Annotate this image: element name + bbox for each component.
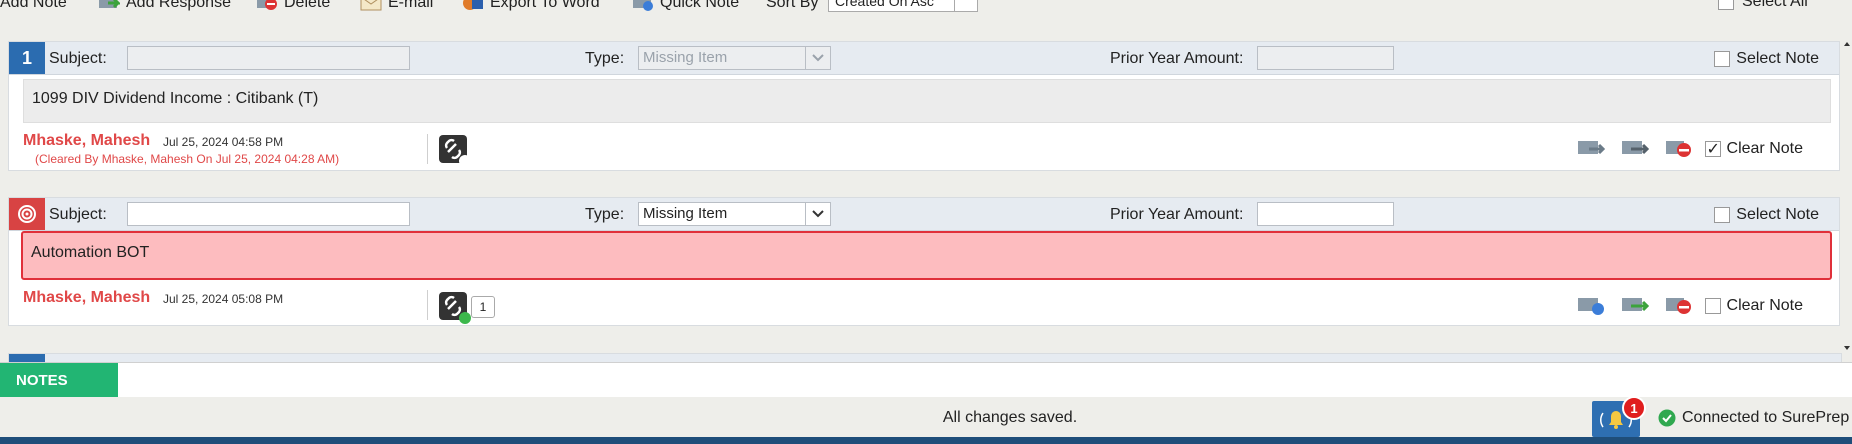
export-word-icon [463,0,483,10]
type-value: Missing Item [643,205,728,222]
clear-note-label: Clear Note [1726,140,1803,157]
toolbar: Add Note Add Response Delete E-mail Expo… [0,0,1852,16]
type-select[interactable]: Missing Item [638,46,831,70]
status-bar: All changes saved. 1 Connected to SurePr… [0,396,1852,437]
select-note[interactable]: Select Note [1714,50,1819,68]
type-label: Type: [585,206,625,223]
note-body[interactable]: Automation BOT [21,231,1832,280]
note-date: Jul 25, 2024 04:58 PM [163,135,284,149]
forward-icon[interactable] [1621,294,1650,318]
type-value: Missing Item [643,49,728,66]
delete-icon [257,0,277,10]
type-select[interactable]: Missing Item [638,202,831,226]
note-author[interactable]: Mhaske, Mahesh [23,132,150,150]
prior-year-amount-input[interactable] [1257,46,1394,70]
delete-note-icon[interactable] [1665,137,1693,161]
quick-note-label: Quick Note [660,0,740,11]
clear-note[interactable]: Clear Note [1704,139,1803,159]
notes-tab[interactable]: NOTES [0,363,118,397]
prior-year-amount-label: Prior Year Amount: [1110,50,1244,67]
email-icon [360,0,382,11]
status-message: All changes saved. [942,409,1078,426]
connection-status: Connected to SurePrep [1658,409,1849,427]
add-response-label: Add Response [126,0,231,11]
scrollbar[interactable] [1842,40,1852,360]
note-card: Subject: Type: Missing Item Prior Year A… [8,197,1840,326]
select-note-label: Select Note [1736,50,1819,67]
delete-label: Delete [284,0,331,11]
delete-note-icon[interactable] [1665,294,1693,318]
connection-label: Connected to SurePrep [1682,409,1850,426]
plus-icon [459,155,471,167]
clear-note[interactable]: Clear Note [1704,297,1803,315]
prior-year-amount-label: Prior Year Amount: [1110,206,1244,223]
clear-note-checkbox[interactable] [1704,298,1721,314]
sort-by-select[interactable]: Created On Asc [828,0,978,12]
email-button[interactable]: E-mail [360,0,433,13]
notes-panel-bar: NOTES [0,362,1852,398]
select-note[interactable]: Select Note [1714,206,1819,224]
attach-link-icon[interactable] [439,135,471,167]
divider [427,134,428,164]
note-body[interactable]: 1099 DIV Dividend Income : Citibank (T) [23,79,1831,123]
quick-note-icon [633,0,653,11]
select-all[interactable]: Select All [1718,0,1808,11]
subject-label: Subject: [49,50,107,67]
respond-icon[interactable] [1577,294,1605,318]
forward-icon[interactable] [1621,137,1650,161]
select-note-checkbox[interactable] [1714,51,1731,67]
select-all-checkbox[interactable] [1718,0,1734,10]
cleared-info: (Cleared By Mhaske, Mahesh On Jul 25, 20… [35,152,340,166]
sort-by-value: Created On Asc [835,0,934,9]
chevron-down-icon [954,0,977,11]
notification-count-badge: 1 [1622,396,1646,420]
email-label: E-mail [388,0,434,11]
sort-by-text: Sort By [766,0,819,11]
prior-year-amount-input[interactable] [1257,202,1394,226]
chevron-down-icon [805,47,830,69]
target-icon [9,198,45,230]
plus-icon [459,312,471,324]
note-actions [1577,137,1693,161]
add-response-icon [99,0,120,9]
select-note-label: Select Note [1736,206,1819,223]
note-card: 1 Subject: Type: Missing Item Prior Year… [8,41,1840,171]
respond-icon[interactable] [1577,137,1606,161]
note-date: Jul 25, 2024 05:08 PM [163,292,284,306]
type-label: Type: [585,50,625,67]
add-note-button[interactable]: Add Note [0,0,67,13]
chevron-down-icon [805,203,830,225]
sort-by-label: Sort By [766,0,818,13]
divider [427,290,428,320]
add-response-button[interactable]: Add Response [98,0,231,13]
export-word-label: Export To Word [490,0,600,11]
note-header: 1 Subject: Type: Missing Item Prior Year… [9,42,1839,75]
note-header: Subject: Type: Missing Item Prior Year A… [9,198,1839,231]
clear-note-label: Clear Note [1726,297,1803,314]
attach-link-icon[interactable] [439,292,471,324]
add-note-label: Add Note [0,0,67,11]
subject-label: Subject: [49,206,107,223]
bottom-border [0,437,1852,444]
note-actions [1577,294,1693,318]
select-note-checkbox[interactable] [1714,207,1731,223]
export-word-button[interactable]: Export To Word [462,0,600,13]
subject-input[interactable] [127,46,410,70]
attachment-count[interactable]: 1 [471,296,495,318]
quick-note-button[interactable]: Quick Note [632,0,739,13]
subject-input[interactable] [127,202,410,226]
note-author[interactable]: Mhaske, Mahesh [23,289,150,307]
check-circle-icon [1658,409,1676,427]
note-number: 1 [9,42,45,74]
delete-button[interactable]: Delete [256,0,330,13]
select-all-label: Select All [1742,0,1808,10]
clear-note-checkbox[interactable] [1704,139,1721,159]
